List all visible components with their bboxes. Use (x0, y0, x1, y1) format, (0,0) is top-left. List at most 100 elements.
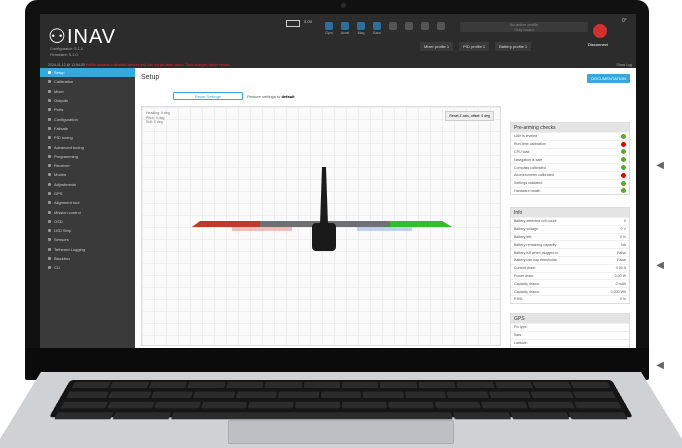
sensor-icon (373, 22, 381, 30)
sidebar-item-label: Sensors (54, 237, 69, 243)
sensor-label: Gyro (325, 31, 333, 35)
reset-settings-button[interactable]: Reset Settings (173, 92, 243, 100)
sidebar-item[interactable]: Ports (40, 105, 135, 114)
sidebar-item[interactable]: Advanced tuning (40, 142, 135, 151)
info-value: False (617, 258, 626, 263)
mixer-profile-select[interactable]: Mixer profile 1 (420, 42, 454, 51)
sidebar-item[interactable]: Mission control (40, 207, 135, 216)
sidebar-item[interactable]: Alignment tool (40, 198, 135, 207)
sidebar-item[interactable]: Mixer (40, 87, 135, 96)
sidebar-item[interactable]: OSD (40, 217, 135, 226)
pid-profile-select[interactable]: PID profile 1 (459, 42, 490, 51)
info-value: 0 % (619, 297, 626, 302)
info-label: Power draw: (514, 273, 534, 278)
prearm-row: CPU load (511, 147, 629, 156)
info-row: Capacity drawn: 0.000 Wh (511, 287, 629, 295)
prearm-panel: Pre-arming checks UAV is leveled Run-time… (510, 122, 630, 196)
sensor-icon (389, 22, 397, 30)
app-header: ⚇INAV Configurator: 5.1.0 Firmware: 5.1.… (40, 14, 636, 62)
sidebar-item-icon (48, 71, 51, 75)
sidebar-item-label: LED Strip (54, 228, 72, 234)
sidebar-item-label: Calibration (54, 79, 74, 85)
sidebar-item-icon (48, 219, 51, 223)
info-value: NA (621, 242, 626, 247)
gps-panel: GPS Fix type:Sats:Latitude:Longitude: (510, 313, 630, 348)
sensor-indicator: Gyro (324, 22, 334, 35)
sensor-indicator: Mag (356, 22, 366, 35)
sidebar-item-icon (48, 257, 51, 261)
sensor-icon (437, 22, 445, 30)
disconnect-button[interactable] (593, 24, 607, 38)
sidebar-item-icon (48, 173, 51, 177)
check-ok-icon (621, 180, 626, 186)
status-warning: Profile contains a disabled devices and … (85, 63, 231, 67)
webcam (341, 3, 346, 8)
profile-selectors: Mixer profile 1 PID profile 1 Battery pr… (420, 42, 532, 51)
prearm-row: Run-time calibration (511, 139, 629, 148)
info-row: Battery detected cell count: 0 (511, 217, 629, 225)
sidebar-item-label: Modes (54, 172, 67, 178)
info-label: RSSI: (514, 297, 524, 302)
sidebar-item-icon (48, 117, 51, 121)
sidebar-item[interactable]: CLI (40, 263, 135, 272)
wing-right-green (390, 221, 452, 227)
sidebar-item[interactable]: Calibration (40, 77, 135, 86)
info-label: Current draw: (514, 266, 536, 271)
aircraft-body (312, 223, 336, 251)
sidebar-item-icon (48, 145, 51, 149)
sidebar-item[interactable]: Modes (40, 170, 135, 179)
gps-row: Sats: (511, 330, 629, 339)
info-value: 0.00 W (614, 273, 626, 278)
sidebar-item-icon (48, 126, 51, 130)
sidebar-item[interactable]: Configuration (40, 114, 135, 123)
sidebar-item-label: Failsafe (54, 125, 69, 131)
gps-label: Fix type: (514, 325, 528, 330)
info-label: Battery use cap thresholds: (514, 258, 558, 263)
sidebar-item[interactable]: Setup (40, 68, 135, 78)
info-title: Info (511, 208, 629, 217)
sidebar-item-label: Tethered Logging (54, 246, 85, 252)
prearm-label: Navigation is safe (514, 157, 543, 162)
disconnect-label: Disconnect (588, 42, 608, 47)
info-label: Battery full when plugged in: (514, 250, 560, 255)
sidebar-item-label: GPS (54, 191, 63, 196)
main-content: Setup DOCUMENTATION Reset Settings Resto… (135, 68, 636, 348)
sidebar-item-label: Configuration (54, 116, 78, 122)
aircraft-fin (320, 167, 328, 225)
prearm-label: Run-time calibration (514, 142, 546, 147)
prearm-label: Settings validated (514, 181, 543, 186)
sidebar-item[interactable]: Outputs (40, 96, 135, 105)
gps-title: GPS (511, 314, 629, 323)
sidebar: Setup Calibration Mixer Outputs Ports Configu… (40, 68, 135, 348)
wing-left-red (192, 221, 260, 227)
sensor-indicator (436, 22, 446, 35)
sidebar-item-icon (48, 136, 51, 140)
documentation-button[interactable]: DOCUMENTATION (587, 74, 630, 83)
sidebar-item[interactable]: Sensors (40, 235, 135, 244)
gps-label: Sats: (514, 333, 523, 338)
battery-profile-select[interactable]: Battery profile 1 (495, 42, 532, 51)
prearm-label: CPU load (514, 149, 530, 154)
sidebar-item[interactable]: Receiver (40, 161, 135, 170)
sidebar-item-icon (48, 238, 51, 242)
info-label: Capacity drawn: (514, 281, 540, 286)
sidebar-item[interactable]: Adjustments (40, 180, 135, 189)
sidebar-item[interactable]: LED Strip (40, 226, 135, 235)
sidebar-item-label: Mission control (54, 209, 81, 215)
sidebar-item[interactable]: PID tuning (40, 133, 135, 142)
info-label: Battery detected cell count: (514, 219, 558, 224)
info-label: Battery remaining capacity: (514, 242, 558, 247)
sidebar-item[interactable]: GPS (40, 189, 135, 198)
sidebar-item-label: OSD (54, 218, 63, 224)
sidebar-item-icon (48, 108, 51, 112)
sidebar-item[interactable]: Programming (40, 152, 135, 161)
sensor-status: Gyro Accel Mag Baro (324, 22, 446, 35)
sensor-icon (325, 22, 333, 30)
sidebar-item[interactable]: Blackbox (40, 254, 135, 263)
prearm-row: Accelerometer calibrated (511, 170, 629, 179)
sidebar-item-icon (48, 229, 51, 233)
sidebar-item[interactable]: Failsafe (40, 124, 135, 133)
sensor-indicator (404, 22, 414, 35)
check-ok-icon (621, 188, 626, 194)
sidebar-item[interactable]: Tethered Logging (40, 245, 135, 254)
